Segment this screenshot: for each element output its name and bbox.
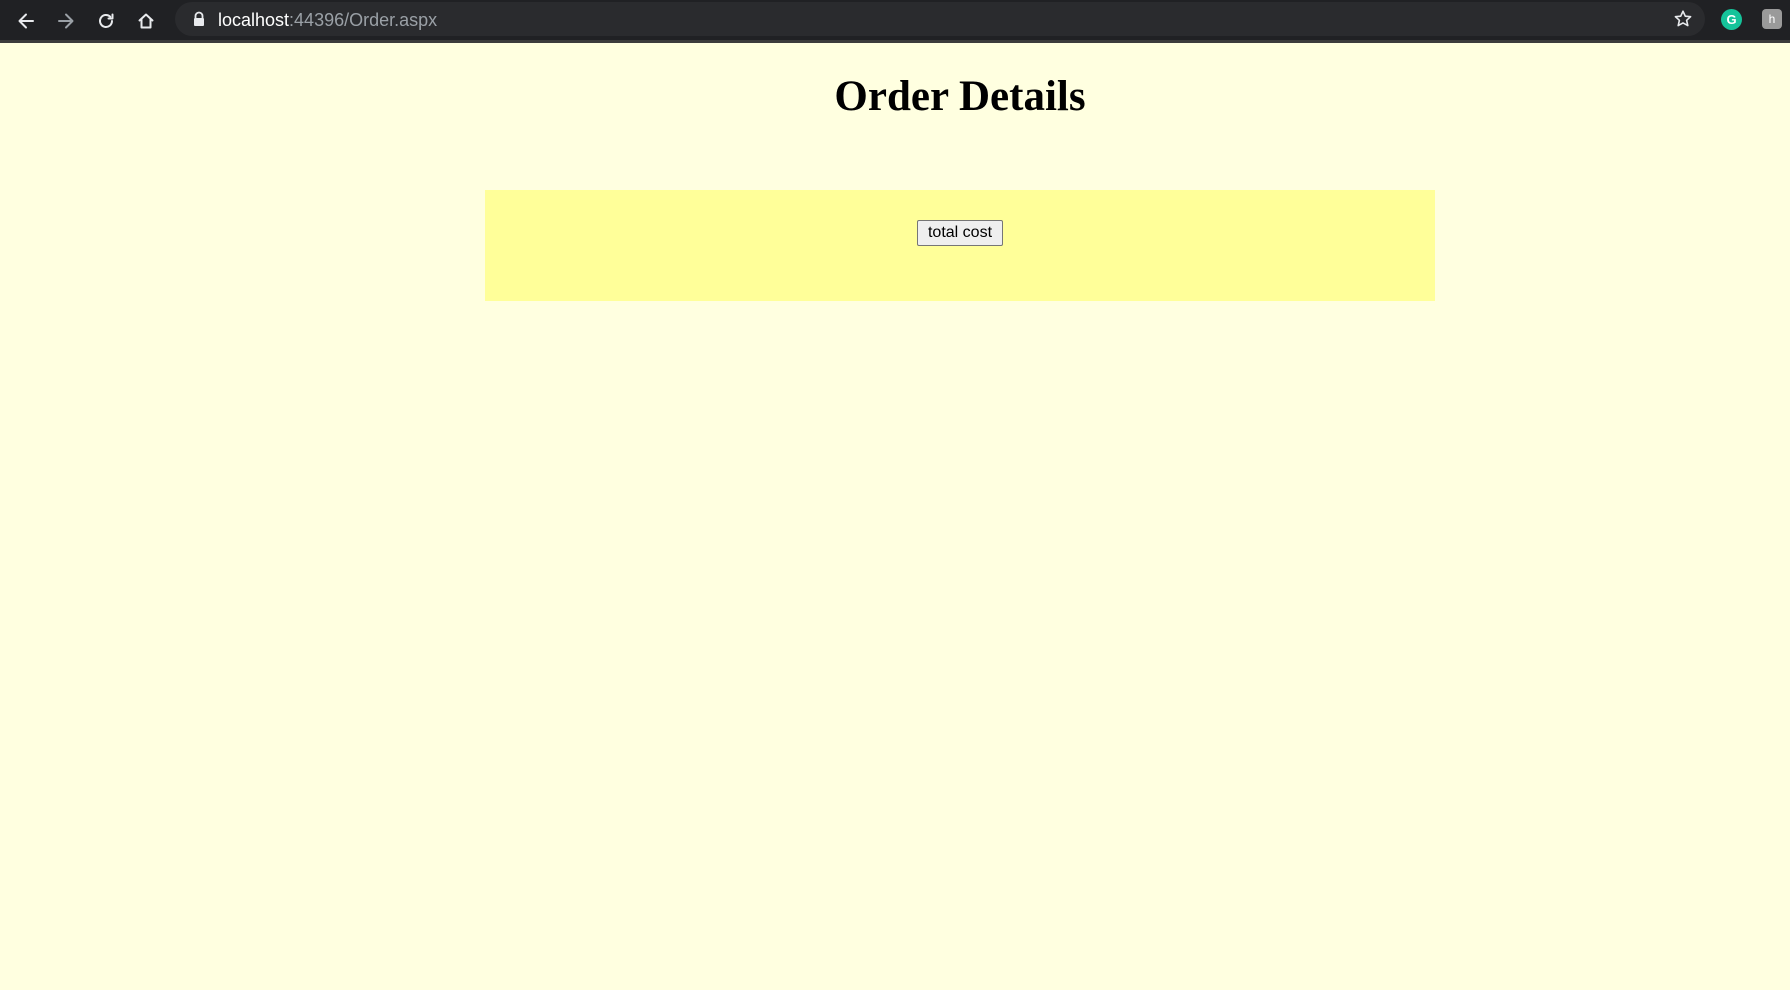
url-text[interactable]: localhost:44396/Order.aspx (218, 10, 437, 30)
back-arrow-icon (18, 13, 34, 29)
home-button[interactable] (129, 4, 163, 38)
grammarly-glyph: G (1726, 12, 1737, 27)
address-bar[interactable]: localhost:44396/Order.aspx (175, 2, 1705, 36)
forward-arrow-icon (58, 13, 74, 29)
order-panel: total cost (485, 190, 1435, 301)
page-content: Order Details total cost (0, 43, 1790, 990)
extension-icon[interactable]: h (1762, 9, 1782, 29)
forward-button[interactable] (49, 4, 83, 38)
grammarly-icon[interactable]: G (1721, 9, 1742, 30)
browser-toolbar: localhost:44396/Order.aspx G h (0, 0, 1790, 43)
lock-icon (194, 11, 204, 26)
reload-button[interactable] (89, 4, 123, 38)
url-path: :44396/Order.aspx (289, 10, 438, 30)
back-button[interactable] (9, 4, 43, 38)
reload-icon (99, 13, 114, 28)
home-icon (138, 13, 154, 29)
page-title: Order Details (834, 73, 1086, 120)
total-cost-button[interactable]: total cost (917, 220, 1003, 246)
extension-glyph: h (1768, 12, 1776, 26)
star-icon[interactable] (1673, 9, 1693, 29)
url-host: localhost (218, 10, 290, 30)
